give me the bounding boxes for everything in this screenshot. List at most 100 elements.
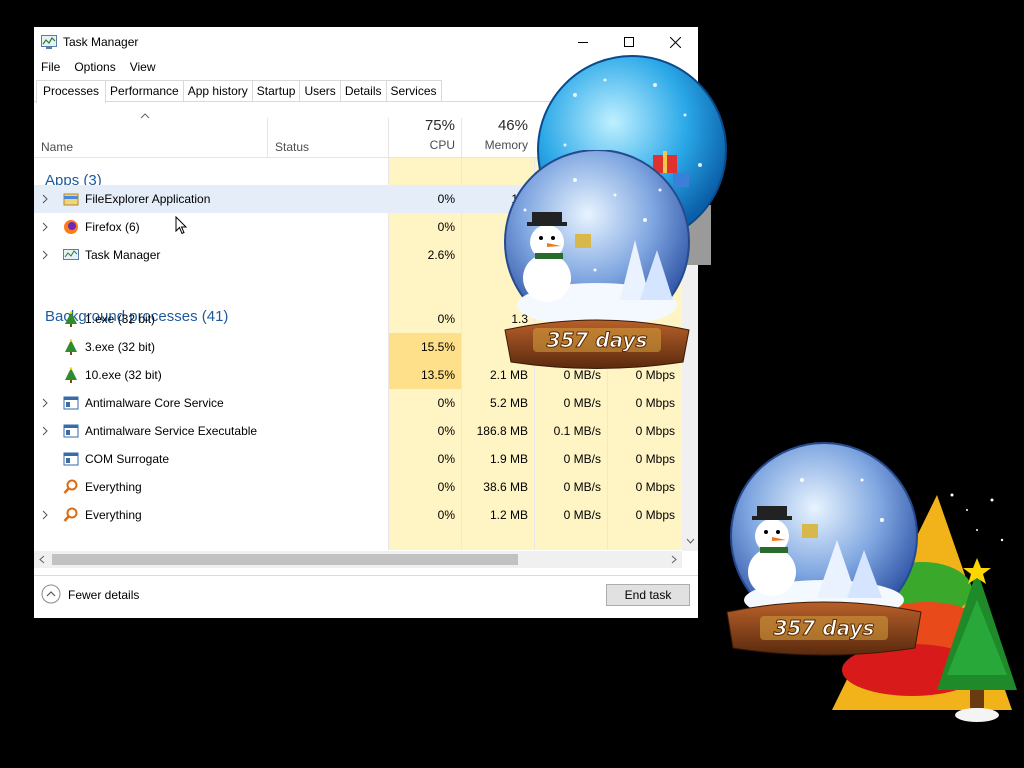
- close-icon: [669, 36, 681, 48]
- tab-startup[interactable]: Startup: [251, 80, 301, 102]
- tab-processes[interactable]: Processes: [36, 80, 107, 103]
- tree-icon: [63, 367, 79, 383]
- footer-bar: Fewer details End task: [34, 575, 698, 618]
- expand-chevron-icon[interactable]: [42, 194, 48, 204]
- process-name: Everything: [85, 508, 142, 522]
- disk-cell: 0 MB/s: [563, 396, 601, 410]
- disk-cell: 0 MB/s: [563, 452, 601, 466]
- snow-globe-christmas-tree-icon: 357 days: [726, 442, 1017, 722]
- scroll-down-icon[interactable]: [686, 538, 695, 544]
- expand-chevron-icon[interactable]: [42, 426, 48, 436]
- process-name: Everything: [85, 480, 142, 494]
- close-button[interactable]: [652, 27, 698, 57]
- cpu-cell: 0%: [437, 312, 455, 326]
- process-name: 10.exe (32 bit): [85, 368, 162, 382]
- service-icon: [63, 423, 79, 439]
- column-divider[interactable]: [267, 118, 268, 158]
- cpu-cell: 0%: [437, 480, 455, 494]
- network-cell: 0 Mbps: [635, 480, 675, 494]
- process-name: Antimalware Service Executable: [85, 424, 258, 438]
- task-manager-icon: [41, 35, 57, 49]
- expand-chevron-icon[interactable]: [42, 250, 48, 260]
- cpu-total-percent: 75%: [424, 117, 455, 134]
- memory-total-percent: 46%: [497, 117, 528, 134]
- tree-icon: [63, 339, 79, 355]
- memory-cell: 1.2 MB: [489, 508, 528, 522]
- column-header-cpu[interactable]: 75% CPU: [388, 117, 455, 152]
- menu-options[interactable]: Options: [67, 58, 122, 76]
- cpu-cell: 0%: [437, 508, 455, 522]
- memory-cell: 1.9 MB: [489, 452, 528, 466]
- fewer-details-link[interactable]: Fewer details: [68, 588, 139, 602]
- table-row[interactable]: Antimalware Core Service 0% 5.2 MB 0 MB/s 0 …: [34, 389, 682, 417]
- cpu-label: CPU: [429, 138, 455, 152]
- cpu-cell: 0%: [437, 452, 455, 466]
- service-icon: [63, 451, 79, 467]
- table-row[interactable]: Everything 0% 1.2 MB 0 MB/s 0 Mbps: [34, 501, 682, 529]
- days-countdown-label: 357 days: [547, 328, 648, 352]
- network-cell: 0 Mbps: [635, 396, 675, 410]
- tab-strip: Processes Performance App history Startu…: [36, 80, 442, 103]
- table-row[interactable]: Antimalware Service Executable 0% 186.8 MB…: [34, 417, 682, 445]
- cpu-cell: 0%: [437, 424, 455, 438]
- title-bar[interactable]: Task Manager: [34, 27, 698, 57]
- expand-chevron-icon[interactable]: [42, 510, 48, 520]
- process-name: FileExplorer Application: [85, 192, 211, 206]
- sort-ascending-icon[interactable]: [140, 113, 150, 119]
- explorer-icon: [63, 191, 79, 207]
- mouse-cursor-icon: [175, 216, 188, 235]
- column-header-status[interactable]: Status: [275, 140, 309, 154]
- tab-details[interactable]: Details: [339, 80, 387, 102]
- cpu-cell: 15.5%: [420, 340, 455, 354]
- menu-bar: File Options View: [34, 58, 163, 76]
- snow-globe-snowman-icon: 357 days: [504, 150, 690, 369]
- end-task-button[interactable]: End task: [606, 584, 690, 606]
- cpu-cell: 0%: [437, 220, 455, 234]
- process-name: 3.exe (32 bit): [85, 340, 156, 354]
- firefox-icon: [63, 219, 79, 235]
- search-magnifier-icon: [63, 507, 79, 523]
- disk-cell: 0 MB/s: [563, 508, 601, 522]
- cpu-cell: 2.6%: [427, 248, 455, 262]
- network-cell: 0 Mbps: [635, 508, 675, 522]
- column-header-name[interactable]: Name: [41, 140, 73, 154]
- cpu-cell: 0%: [437, 396, 455, 410]
- table-row[interactable]: COM Surrogate 0% 1.9 MB 0 MB/s 0 Mbps: [34, 445, 682, 473]
- expand-chevron-icon[interactable]: [42, 398, 48, 408]
- menu-view[interactable]: View: [123, 58, 163, 76]
- minimize-icon: [578, 42, 588, 43]
- horizontal-scrollbar[interactable]: [34, 551, 682, 568]
- minimize-button[interactable]: [560, 27, 606, 57]
- memory-cell: 38.6 MB: [483, 480, 528, 494]
- scroll-right-icon[interactable]: [671, 555, 677, 564]
- disk-cell: 0.1 MB/s: [553, 424, 601, 438]
- task-manager-icon: [63, 247, 79, 263]
- horizontal-scroll-thumb[interactable]: [52, 554, 518, 565]
- tab-users[interactable]: Users: [299, 80, 341, 102]
- disk-cell: 0 MB/s: [563, 480, 601, 494]
- process-name: 1.exe (32 bit): [85, 312, 156, 326]
- tab-app-history[interactable]: App history: [182, 80, 253, 102]
- network-cell: 0 Mbps: [635, 452, 675, 466]
- collapse-circle-icon[interactable]: [41, 584, 61, 604]
- expand-chevron-icon[interactable]: [42, 222, 48, 232]
- memory-cell: 5.2 MB: [489, 396, 528, 410]
- process-name: COM Surrogate: [85, 452, 170, 466]
- process-name: Firefox (6): [85, 220, 140, 234]
- days-countdown-label-2: 357 days: [774, 616, 875, 640]
- network-cell: 0 Mbps: [635, 424, 675, 438]
- tree-icon: [63, 311, 79, 327]
- table-row[interactable]: Everything 0% 38.6 MB 0 MB/s 0 Mbps: [34, 473, 682, 501]
- menu-file[interactable]: File: [34, 58, 67, 76]
- window-title: Task Manager: [63, 35, 139, 49]
- maximize-button[interactable]: [606, 27, 652, 57]
- maximize-icon: [624, 37, 634, 47]
- search-magnifier-icon: [63, 479, 79, 495]
- column-header-memory[interactable]: 46% Memory: [461, 117, 528, 152]
- service-icon: [63, 395, 79, 411]
- tab-performance[interactable]: Performance: [105, 80, 184, 102]
- process-name: Antimalware Core Service: [85, 396, 224, 410]
- tab-services[interactable]: Services: [385, 80, 442, 102]
- scroll-left-icon[interactable]: [39, 555, 45, 564]
- memory-cell: 186.8 MB: [476, 424, 528, 438]
